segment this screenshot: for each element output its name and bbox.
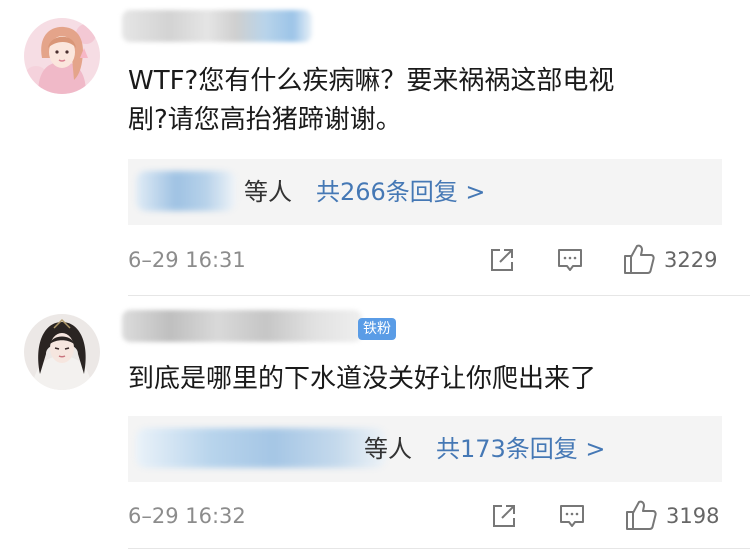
view-replies-link[interactable]: 共173条回复 >	[436, 434, 606, 464]
view-replies-link[interactable]: 共266条回复 >	[316, 177, 486, 207]
like-count: 3229	[664, 248, 718, 272]
reply-summary[interactable]: 等人 共266条回复 >	[128, 159, 722, 225]
share-icon[interactable]	[490, 502, 518, 534]
share-icon[interactable]	[488, 246, 516, 278]
reply-summary-suffix: 等人	[364, 435, 412, 463]
fan-badge: 铁粉	[358, 318, 396, 340]
reply-users-redacted	[136, 171, 236, 211]
timestamp: 6–29 16:32	[128, 504, 246, 528]
comment-item: WTF?您有什么疾病嘛？要来祸祸这部电视 剧?请您高抬猪蹄谢谢。 等人 共266…	[0, 0, 750, 296]
reply-summary[interactable]: 等人 共173条回复 >	[128, 416, 722, 482]
divider	[128, 548, 750, 549]
reply-icon[interactable]	[558, 502, 586, 534]
username-redacted[interactable]	[122, 310, 362, 342]
comment-text-line: 到底是哪里的下水道没关好让你爬出来了	[128, 364, 597, 394]
comment-text: 到底是哪里的下水道没关好让你爬出来了	[128, 360, 728, 399]
comment-text-line: 剧?请您高抬猪蹄谢谢。	[128, 105, 402, 135]
comment-text: WTF?您有什么疾病嘛？要来祸祸这部电视 剧?请您高抬猪蹄谢谢。	[128, 62, 728, 140]
comment-text-line: WTF?您有什么疾病嘛？要来祸祸这部电视	[128, 66, 615, 96]
like-icon[interactable]	[622, 242, 656, 280]
like-count: 3198	[666, 504, 720, 528]
comment-item: 铁粉 到底是哪里的下水道没关好让你爬出来了 等人 共173条回复 > 6–29 …	[0, 296, 750, 553]
like-icon[interactable]	[624, 498, 658, 536]
reply-icon[interactable]	[556, 246, 584, 278]
avatar[interactable]	[24, 314, 100, 390]
avatar[interactable]	[24, 18, 100, 94]
reply-users-redacted	[136, 428, 386, 468]
timestamp: 6–29 16:31	[128, 248, 246, 272]
reply-summary-suffix: 等人	[244, 178, 292, 206]
username-redacted[interactable]	[122, 10, 312, 42]
